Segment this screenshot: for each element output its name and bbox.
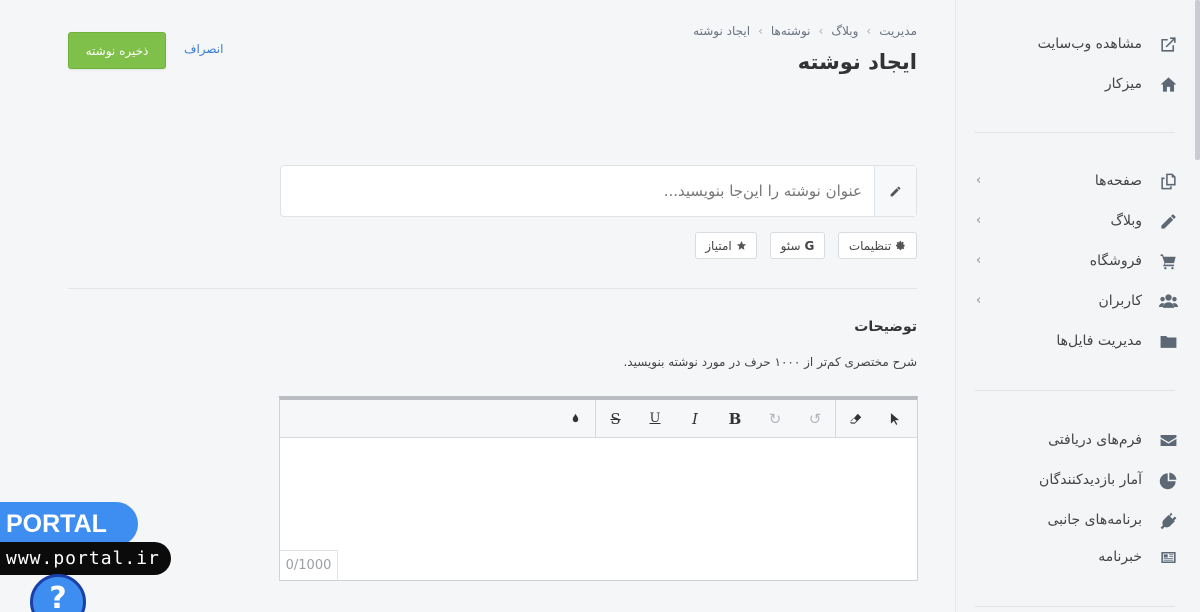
sidebar-item-users[interactable]: کاربران ‹ — [976, 281, 1180, 321]
sidebar-item-pages[interactable]: صفحه‌ها ‹ — [976, 161, 1180, 201]
description-title: توضیحات — [854, 319, 917, 335]
save-post-button[interactable]: ذخیره نوشته — [68, 32, 166, 69]
breadcrumb-separator: › — [866, 24, 872, 38]
breadcrumb-item-admin[interactable]: مدیریت — [879, 24, 917, 38]
newspaper-icon — [1156, 548, 1180, 567]
sidebar-item-analytics[interactable]: آمار بازدیدکنندگان — [980, 460, 1180, 500]
pie-chart-icon — [1156, 471, 1180, 490]
portal-watermark-logo: PORTAL — [0, 502, 138, 546]
external-link-icon — [1156, 35, 1180, 54]
cart-icon — [1156, 252, 1180, 271]
character-counter: 0/1000 — [280, 550, 338, 580]
sidebar-item-label: کاربران — [1098, 293, 1142, 309]
editor-toolbar: ↺ ↻ B I U S — [280, 399, 917, 438]
sidebar-scrollbar[interactable] — [1195, 0, 1200, 160]
bold-glyph: B — [728, 409, 742, 428]
sidebar-item-label: مدیریت فایل‌ها — [1056, 333, 1142, 349]
sidebar-item-label: صفحه‌ها — [1094, 173, 1142, 189]
folder-icon — [1156, 332, 1180, 351]
sidebar-item-newsletter[interactable]: خبرنامه — [980, 537, 1180, 577]
sidebar: مشاهده وب‌سایت میزکار صفحه‌ها ‹ وبلاگ ‹ … — [955, 0, 1200, 612]
cancel-link[interactable]: انصراف — [184, 42, 223, 56]
italic-icon[interactable]: I — [675, 400, 715, 438]
rating-label: امتیاز — [705, 238, 732, 253]
chevron-left-icon: ‹ — [976, 213, 982, 228]
sidebar-item-shop[interactable]: فروشگاه ‹ — [976, 241, 1180, 281]
plug-icon — [1156, 511, 1180, 530]
section-divider — [68, 288, 917, 289]
sidebar-item-label: وبلاگ — [1110, 213, 1142, 229]
sidebar-item-label: فروشگاه — [1089, 253, 1142, 269]
pages-icon — [1156, 172, 1180, 191]
sidebar-item-label: میزکار — [1104, 76, 1142, 92]
strikethrough-glyph: S — [610, 409, 621, 428]
chevron-left-icon: ‹ — [976, 253, 982, 268]
breadcrumb-separator: › — [758, 24, 763, 38]
google-icon: G — [804, 238, 815, 253]
text-color-icon[interactable] — [555, 400, 595, 438]
description-editor: ↺ ↻ B I U S 0/1000 — [279, 396, 918, 581]
home-icon — [1156, 75, 1180, 94]
seo-label: سئو — [780, 238, 801, 253]
bold-icon[interactable]: B — [715, 400, 755, 438]
sidebar-item-forms[interactable]: فرم‌های دریافتی — [980, 420, 1180, 460]
post-title-input[interactable] — [281, 166, 874, 216]
underline-icon[interactable]: U — [635, 400, 675, 438]
sidebar-item-dashboard[interactable]: میزکار — [980, 64, 1180, 104]
pencil-icon — [1156, 212, 1180, 231]
post-title-field — [280, 165, 917, 217]
breadcrumb: مدیریت › وبلاگ › نوشته‌ها › ایجاد نوشته — [693, 24, 917, 38]
sidebar-item-label: مشاهده وب‌سایت — [1037, 36, 1142, 52]
users-icon — [1156, 292, 1180, 311]
rating-button[interactable]: امتیاز — [695, 232, 757, 259]
description-textarea[interactable] — [280, 442, 917, 580]
settings-label: تنظیمات — [848, 238, 892, 253]
eraser-icon[interactable] — [835, 399, 875, 438]
redo-icon[interactable]: ↻ — [755, 400, 795, 438]
sidebar-divider — [975, 132, 1175, 133]
cursor-icon[interactable] — [875, 400, 915, 438]
strikethrough-icon[interactable]: S — [595, 399, 635, 438]
description-hint: شرح مختصری کم‌تر از ۱۰۰۰ حرف در مورد نوش… — [623, 355, 917, 369]
pencil-icon — [874, 166, 916, 216]
sidebar-item-file-manager[interactable]: مدیریت فایل‌ها — [980, 321, 1180, 361]
undo-icon[interactable]: ↺ — [795, 400, 835, 438]
sidebar-item-label: فرم‌های دریافتی — [1048, 432, 1142, 448]
page-title: ایجاد نوشته — [797, 50, 917, 74]
breadcrumb-item-current: ایجاد نوشته — [693, 24, 751, 38]
sidebar-item-label: آمار بازدیدکنندگان — [1039, 472, 1142, 488]
seo-button[interactable]: G سئو — [770, 232, 825, 259]
sidebar-item-blog[interactable]: وبلاگ ‹ — [976, 201, 1180, 241]
gear-icon — [896, 240, 905, 251]
breadcrumb-item-blog[interactable]: وبلاگ — [831, 24, 858, 38]
italic-glyph: I — [692, 409, 698, 428]
portal-watermark-url: www.portal.ir — [0, 542, 171, 575]
sidebar-item-plugins[interactable]: برنامه‌های جانبی — [980, 500, 1180, 540]
chevron-left-icon: ‹ — [976, 293, 982, 308]
underline-glyph: U — [649, 411, 661, 426]
sidebar-item-view-website[interactable]: مشاهده وب‌سایت — [980, 24, 1180, 64]
chevron-left-icon: ‹ — [976, 173, 982, 188]
sidebar-divider — [975, 390, 1175, 391]
sidebar-item-label: برنامه‌های جانبی — [1047, 512, 1142, 528]
envelope-icon — [1156, 431, 1180, 450]
settings-button[interactable]: تنظیمات — [838, 232, 917, 259]
breadcrumb-item-posts[interactable]: نوشته‌ها — [771, 24, 811, 38]
sidebar-item-label: خبرنامه — [1098, 549, 1142, 565]
breadcrumb-separator: › — [818, 24, 824, 38]
help-icon[interactable]: ? — [30, 574, 86, 612]
sidebar-divider — [975, 606, 1175, 607]
star-icon — [736, 240, 746, 250]
